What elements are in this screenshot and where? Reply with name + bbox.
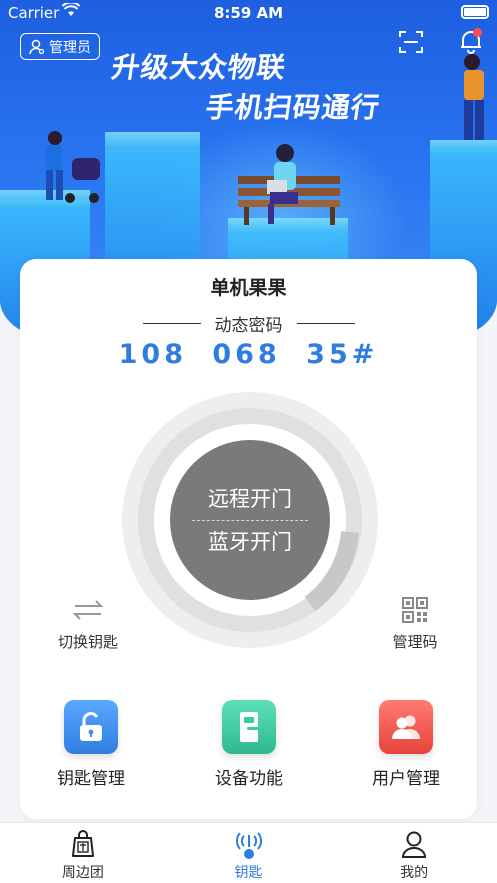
manage-code-button[interactable]: 管理码 [382,595,448,652]
battery-icon [461,5,489,19]
door-icon [222,700,276,754]
tab-key[interactable]: 钥匙 [166,823,332,883]
clock: 8:59 AM [213,4,284,22]
key-management-label: 钥匙管理 [57,769,125,789]
user-management-button[interactable]: 用户管理 [351,700,461,789]
qr-code-icon [382,595,448,625]
admin-button[interactable]: 管理员 [20,33,100,60]
device-name: 单机果果 [210,277,287,299]
key-management-button[interactable]: 钥匙管理 [36,700,146,789]
key-signal-icon [232,829,266,859]
dial-separator [192,519,308,521]
manage-code-label: 管理码 [392,633,438,651]
dynamic-password-header: 动态密码 [20,311,477,336]
scan-icon[interactable] [398,30,424,54]
tab-nearby-group[interactable]: 周边团 [0,823,166,883]
dynamic-password-code: 108 068 35# [118,339,379,370]
admin-label: 管理员 [49,39,91,56]
switch-key-label: 切换钥匙 [57,633,118,651]
bell-icon[interactable] [458,28,484,54]
tab-key-label: 钥匙 [234,865,263,881]
divider-left [142,323,201,324]
dynamic-password-label: 动态密码 [214,316,283,336]
slogan-line-2: 手机扫码通行 [203,91,383,124]
device-function-label: 设备功能 [215,769,283,789]
remote-open-button[interactable]: 远程开门 [208,481,292,517]
dial-core: 远程开门 蓝牙开门 [170,440,330,600]
slogan-line-1: 升级大众物联 [109,51,289,84]
swap-icon [50,595,126,625]
unlock-icon [64,700,118,754]
tab-nearby-group-label: 周边团 [61,865,104,881]
app-root: Carrier 8:59 AM 管理员 升级大众物联 手机扫码通行 单机果果 动… [0,0,497,883]
switch-key-button[interactable]: 切换钥匙 [50,595,126,652]
tab-mine[interactable]: 我的 [331,823,497,883]
notification-badge [473,28,482,37]
tab-bar: 周边团 钥匙 我的 [0,822,497,883]
bluetooth-open-button[interactable]: 蓝牙开门 [208,524,292,560]
device-function-button[interactable]: 设备功能 [194,700,304,789]
admin-user-icon [29,39,45,54]
person-icon [399,829,429,859]
divider-right [296,323,355,324]
status-bar: Carrier 8:59 AM [0,0,497,26]
key-card: 单机果果 动态密码 108 068 35# 远程开门 蓝牙开门 切换钥匙 管理码… [20,259,477,819]
user-management-label: 用户管理 [372,769,440,789]
users-icon [379,700,433,754]
tab-mine-label: 我的 [400,865,429,881]
bag-icon [68,829,98,859]
open-door-dial: 远程开门 蓝牙开门 [122,392,378,648]
